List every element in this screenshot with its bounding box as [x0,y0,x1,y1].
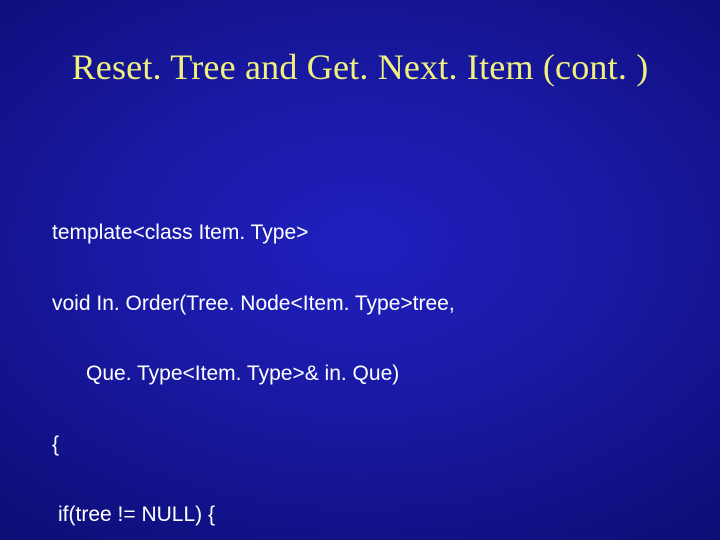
code-line: void In. Order(Tree. Node<Item. Type>tre… [52,292,660,316]
slide-title: Reset. Tree and Get. Next. Item (cont. ) [0,46,720,88]
code-line: Que. Type<Item. Type>& in. Que) [52,362,660,386]
slide: Reset. Tree and Get. Next. Item (cont. )… [0,0,720,540]
code-block: template<class Item. Type> void In. Orde… [52,174,660,540]
code-line: if(tree != NULL) { [52,503,660,527]
code-line: template<class Item. Type> [52,221,660,245]
code-line: { [52,433,660,457]
